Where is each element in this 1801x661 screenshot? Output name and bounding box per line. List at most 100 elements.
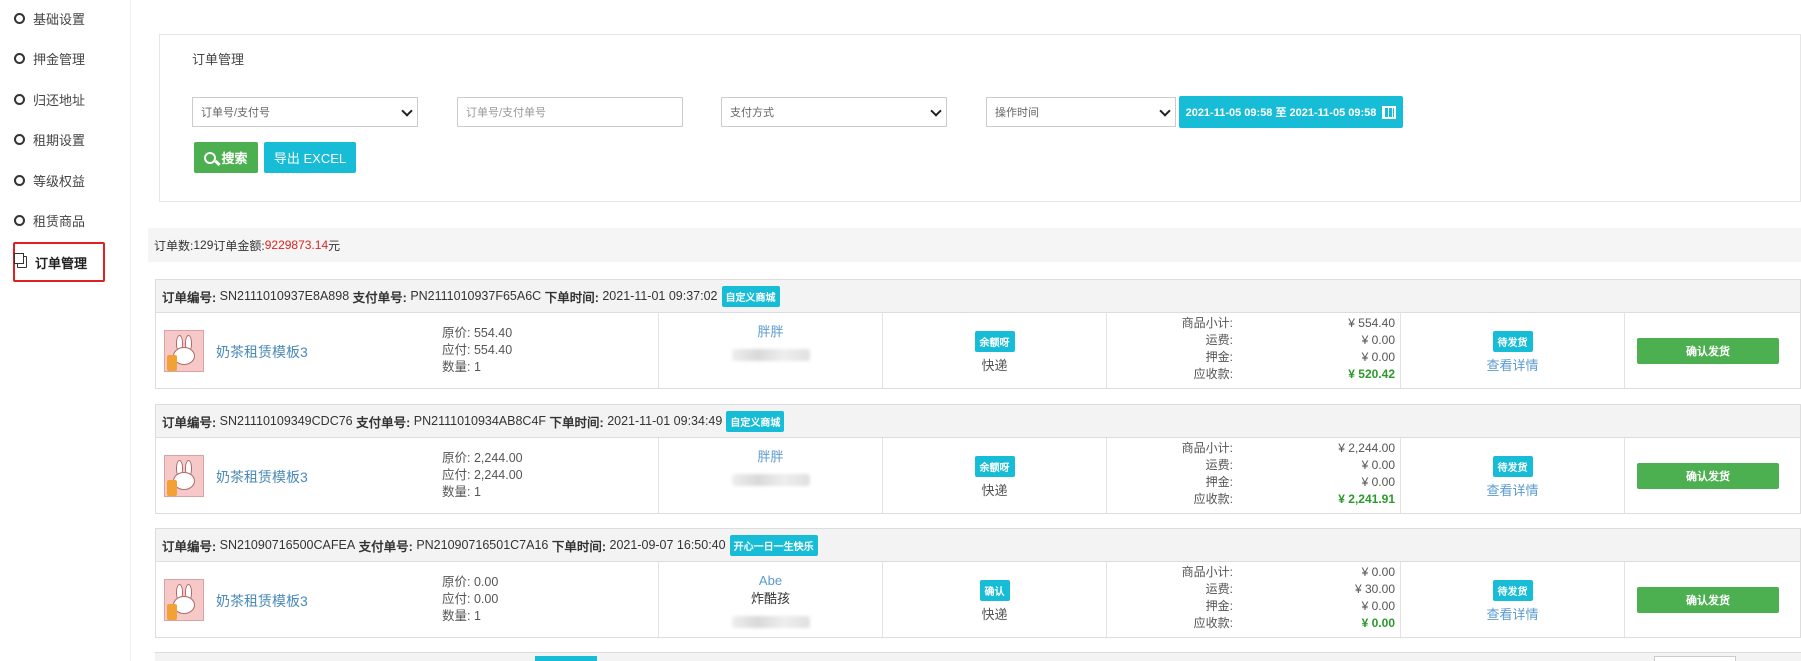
- sidebar-item-label: 归还地址: [33, 92, 86, 108]
- buyer-nickname[interactable]: 胖胖: [659, 323, 882, 341]
- action-cell: 确认发货: [1625, 438, 1800, 513]
- chevron-down-icon: [401, 105, 413, 117]
- orig-price-label: 原价:: [442, 326, 474, 340]
- delivery-method: 快递: [981, 358, 1008, 373]
- sidebar-item-basic-settings[interactable]: 基础设置: [12, 0, 104, 36]
- chevron-down-icon: [1159, 105, 1171, 117]
- date-range-picker[interactable]: 2021-11-05 09:58 至 2021-11-05 09:58: [1179, 96, 1403, 128]
- order-amount: 9229873.14: [264, 238, 329, 252]
- order-time-label: 下单时间:: [544, 290, 599, 305]
- search-button-label: 搜索: [221, 151, 248, 166]
- amount-cell: 商品小计: ¥ 2,244.00 运费: ¥ 0.00 押金: ¥ 0.00 应…: [1107, 438, 1401, 513]
- product-name-link[interactable]: 奶茶租赁模板3: [216, 591, 308, 611]
- orig-price: 554.40: [473, 326, 513, 340]
- view-detail-link[interactable]: 查看详情: [1401, 355, 1624, 374]
- document-icon: [14, 253, 27, 268]
- order-summary: 订单数: 129 订单金额: 9229873.14 元: [148, 228, 1801, 262]
- sidebar-item-label: 订单管理: [35, 255, 88, 271]
- order-body: 奶茶租赁模板3 原价: 554.40 应付: 554.40 数量: 1 胖胖 余…: [156, 313, 1800, 388]
- subtotal-value: ¥ 2,244.00: [1338, 441, 1395, 455]
- sidebar-item-return-address[interactable]: 归还地址: [12, 81, 104, 117]
- order-card: 订单编号: SN2111010937E8A898 支付单号: PN2111010…: [155, 279, 1801, 389]
- payment-method-select[interactable]: 支付方式: [721, 97, 947, 127]
- price-info: 原价: 2,244.00 应付: 2,244.00 数量: 1: [442, 450, 523, 501]
- shop-tag: 自定义商城: [726, 410, 785, 432]
- order-no-label: 订单编号:: [162, 539, 217, 554]
- search-icon: [204, 151, 217, 164]
- sidebar-item-rental-goods[interactable]: 租赁商品: [12, 202, 104, 238]
- search-button[interactable]: 搜索: [194, 142, 258, 173]
- circle-icon: [14, 12, 25, 24]
- product-name-link[interactable]: 奶茶租赁模板3: [216, 342, 308, 362]
- sidebar-item-label: 租赁商品: [33, 213, 86, 229]
- buyer-nickname[interactable]: Abe: [659, 572, 882, 590]
- pay-no-label: 支付单号:: [356, 415, 411, 430]
- sidebar-item-lease-period[interactable]: 租期设置: [12, 121, 104, 157]
- buyer-cell: 胖胖: [659, 313, 883, 388]
- blurred-contact: [731, 474, 810, 486]
- time-type-select[interactable]: 操作时间: [986, 97, 1176, 127]
- status-select: [1654, 656, 1736, 661]
- qty-label: 数量:: [442, 485, 474, 499]
- sidebar-item-label: 押金管理: [33, 51, 86, 67]
- due-price-label: 应付:: [442, 343, 474, 357]
- amount-breakdown: 商品小计: ¥ 2,244.00 运费: ¥ 0.00 押金: ¥ 0.00 应…: [1107, 440, 1401, 510]
- confirm-shipment-button[interactable]: 确认发货: [1637, 338, 1779, 364]
- order-time-label: 下单时间:: [551, 539, 607, 554]
- price-info: 原价: 554.40 应付: 554.40 数量: 1: [442, 325, 512, 376]
- subtotal-label: 商品小计:: [1181, 565, 1233, 579]
- amount-cell: 商品小计: ¥ 0.00 运费: ¥ 30.00 押金: ¥ 0.00 应收款:…: [1107, 562, 1401, 637]
- pay-no-label: 支付单号:: [358, 539, 413, 554]
- export-button-label: 导出 EXCEL: [273, 151, 347, 166]
- view-detail-link[interactable]: 查看详情: [1401, 604, 1624, 623]
- payment-method-badge: 确认: [979, 580, 1010, 601]
- order-type-select[interactable]: 订单号/支付号: [192, 97, 418, 127]
- qty-label: 数量:: [442, 609, 474, 623]
- view-detail-link[interactable]: 查看详情: [1401, 480, 1624, 499]
- shipping-label: 运费:: [1205, 582, 1233, 596]
- orig-price: 0.00: [473, 575, 499, 589]
- order-time: 2021-09-07 16:50:40: [609, 538, 726, 552]
- order-number-input[interactable]: 订单号/支付单号: [457, 97, 683, 127]
- order-time: 2021-11-01 09:34:49: [607, 414, 723, 428]
- shop-tag: [535, 656, 597, 661]
- buyer-nickname[interactable]: 胖胖: [659, 448, 882, 466]
- deposit-label: 押金:: [1205, 599, 1233, 613]
- panel-title: 订单管理: [192, 52, 245, 67]
- qty: 1: [473, 485, 481, 499]
- sidebar-item-order-management[interactable]: 订单管理: [13, 242, 105, 282]
- pay-no: PN2111010937F65A6C: [410, 289, 542, 303]
- order-time: 2021-11-01 09:37:02: [602, 289, 718, 303]
- payment-method-badge: 余额呀: [974, 331, 1015, 352]
- payment-cell: 确认 快递: [883, 562, 1107, 637]
- orig-price-label: 原价:: [442, 451, 474, 465]
- subtotal-value: ¥ 0.00: [1361, 565, 1395, 579]
- receivable-value: ¥ 520.42: [1348, 367, 1395, 381]
- price-info: 原价: 0.00 应付: 0.00 数量: 1: [442, 574, 498, 625]
- product-thumbnail[interactable]: [164, 330, 204, 372]
- confirm-shipment-button[interactable]: 确认发货: [1637, 463, 1779, 489]
- sidebar-item-level-benefits[interactable]: 等级权益: [12, 162, 104, 198]
- amount-breakdown: 商品小计: ¥ 554.40 运费: ¥ 0.00 押金: ¥ 0.00 应收款…: [1107, 315, 1401, 385]
- sidebar-item-deposit[interactable]: 押金管理: [12, 40, 104, 76]
- shipping-value: ¥ 30.00: [1354, 582, 1395, 596]
- export-excel-button[interactable]: 导出 EXCEL: [264, 142, 356, 173]
- due-price-label: 应付:: [442, 468, 474, 482]
- subtotal-value: ¥ 554.40: [1348, 316, 1395, 330]
- order-header: 订单编号: SN21090716500CAFEA 支付单号: PN2109071…: [156, 529, 1800, 562]
- order-card: 订单编号: SN21110109349CDC76 支付单号: PN2111010…: [155, 404, 1801, 514]
- delivery-method: 快递: [981, 483, 1008, 498]
- product-name-link[interactable]: 奶茶租赁模板3: [216, 467, 308, 487]
- sidebar-item-label: 租期设置: [33, 132, 86, 148]
- sidebar: 基础设置 押金管理 归还地址 租期设置 等级权益 租赁商品 订单管理: [0, 0, 131, 661]
- filter-panel: 订单管理 订单号/支付号 订单号/支付单号 支付方式 操作时间 2021-11-…: [159, 34, 1801, 202]
- confirm-shipment-button[interactable]: 确认发货: [1637, 587, 1779, 613]
- sidebar-item-label: 等级权益: [33, 173, 86, 189]
- product-thumbnail[interactable]: [164, 455, 204, 497]
- circle-icon: [14, 52, 25, 64]
- product-thumbnail[interactable]: [164, 579, 204, 621]
- amount-breakdown: 商品小计: ¥ 0.00 运费: ¥ 30.00 押金: ¥ 0.00 应收款:…: [1107, 564, 1401, 634]
- shipping-label: 运费:: [1205, 333, 1233, 347]
- status-cell: 待发货 查看详情: [1401, 313, 1625, 388]
- status-badge: 待发货: [1492, 456, 1533, 477]
